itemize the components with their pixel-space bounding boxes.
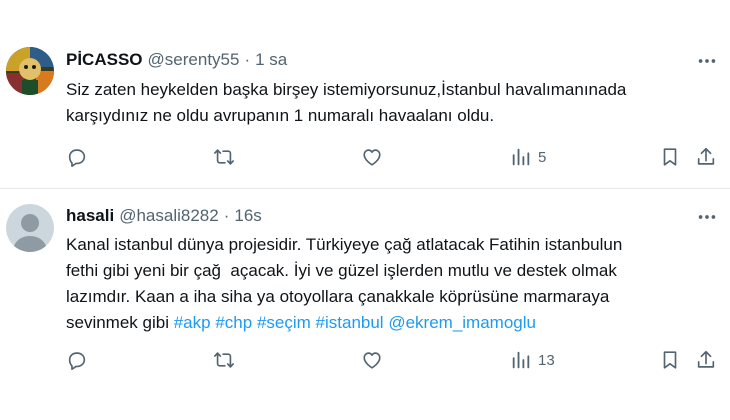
tweet[interactable]: PİCASSO @serenty55 · 1 sa Siz zaten heyk…: [0, 0, 730, 188]
views-count: 13: [538, 351, 555, 369]
display-name[interactable]: hasali: [66, 206, 114, 226]
tweet-header: PİCASSO @serenty55 · 1 sa: [66, 49, 287, 71]
reply-button[interactable]: [66, 347, 88, 373]
views-button[interactable]: 13: [510, 347, 555, 373]
display-name[interactable]: PİCASSO: [66, 50, 143, 70]
user-handle[interactable]: @serenty55: [148, 50, 240, 70]
retweet-button[interactable]: [213, 144, 235, 170]
views-icon: [512, 351, 530, 369]
reply-button[interactable]: [66, 144, 88, 170]
share-button[interactable]: [695, 347, 717, 373]
retweet-icon: [214, 352, 234, 368]
tweet-text-fragment: sevinmek gibi: [66, 313, 174, 332]
retweet-button[interactable]: [213, 347, 235, 373]
avatar[interactable]: [6, 47, 54, 95]
reply-icon: [68, 149, 86, 167]
tweet-text-line: fethi gibi yeni bir çağ açacak. İyi ve g…: [66, 261, 617, 280]
retweet-icon: [214, 149, 234, 165]
user-handle[interactable]: @hasali8282: [119, 206, 219, 226]
share-icon: [697, 350, 715, 368]
tweet-header: hasali @hasali8282 · 16s: [66, 205, 262, 227]
tweet-text: Siz zaten heykelden başka birşey istemiy…: [66, 77, 716, 129]
tweet-text-line: Siz zaten heykelden başka birşey istemiy…: [66, 80, 627, 99]
action-bar: 5: [0, 144, 730, 170]
timestamp[interactable]: 16s: [234, 206, 261, 226]
bookmark-icon: [663, 351, 677, 369]
bookmark-icon: [663, 148, 677, 166]
tweet-text-line: sevinmek gibi #akp #chp #seçim #istanbul…: [66, 310, 716, 336]
tweet[interactable]: hasali @hasali8282 · 16s Kanal istanbul …: [0, 189, 730, 420]
like-button[interactable]: [361, 347, 383, 373]
timestamp[interactable]: 1 sa: [255, 50, 287, 70]
mention-link[interactable]: @ekrem_imamoglu: [388, 313, 536, 332]
views-count: 5: [538, 148, 547, 166]
avatar[interactable]: [6, 204, 54, 252]
action-bar: 13: [0, 347, 730, 373]
like-icon: [363, 149, 381, 166]
reply-icon: [68, 352, 86, 370]
hashtag-link[interactable]: #akp: [174, 313, 211, 332]
like-icon: [363, 352, 381, 369]
share-icon: [697, 147, 715, 165]
separator: ·: [223, 206, 230, 225]
separator: ·: [244, 50, 251, 69]
more-icon[interactable]: [696, 206, 718, 228]
tweet-text-line: lazımdır. Kaan a iha siha ya otoyollara …: [66, 287, 610, 306]
bookmark-button[interactable]: [659, 347, 681, 373]
views-button[interactable]: 5: [510, 144, 546, 170]
hashtag-link[interactable]: #istanbul: [316, 313, 384, 332]
views-icon: [512, 148, 530, 166]
tweet-text-line: karşıydınız ne oldu avrupanın 1 numaralı…: [66, 106, 495, 125]
more-icon[interactable]: [696, 50, 718, 72]
tweet-text: Kanal istanbul dünya projesidir. Türkiye…: [66, 232, 716, 336]
tweet-text-line: Kanal istanbul dünya projesidir. Türkiye…: [66, 235, 623, 254]
bookmark-button[interactable]: [659, 144, 681, 170]
hashtag-link[interactable]: #seçim: [257, 313, 311, 332]
like-button[interactable]: [361, 144, 383, 170]
hashtag-link[interactable]: #chp: [215, 313, 252, 332]
share-button[interactable]: [695, 144, 717, 170]
